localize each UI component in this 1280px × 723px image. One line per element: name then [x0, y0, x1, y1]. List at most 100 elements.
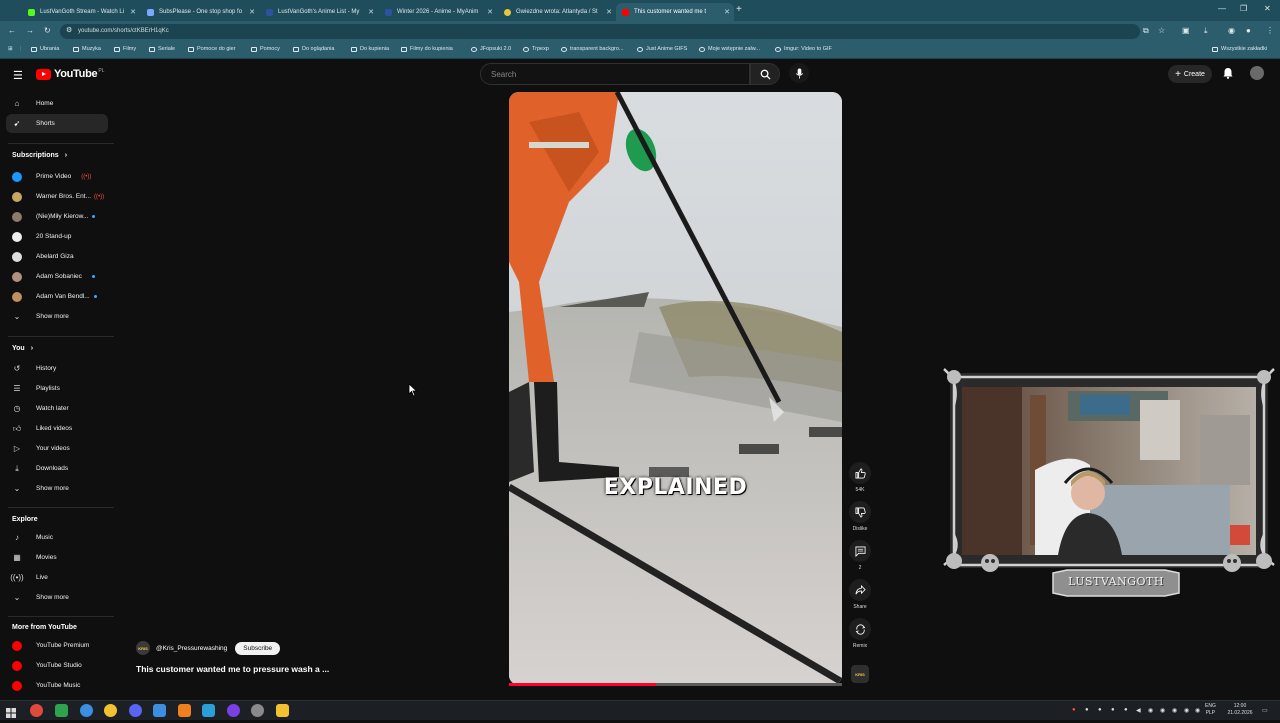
obs-icon[interactable]	[227, 704, 240, 717]
install-icon[interactable]: ⧉	[1143, 26, 1149, 36]
notifications-icon[interactable]: ▭	[1262, 707, 1268, 714]
vlc-icon[interactable]	[178, 704, 191, 717]
tray-icon[interactable]: ◉	[1172, 707, 1177, 714]
close-tab-icon[interactable]: ✕	[368, 8, 374, 16]
notifications-bell-icon[interactable]	[1222, 67, 1234, 79]
all-bookmarks-folder[interactable]: Wszystkie zakładki	[1212, 46, 1267, 52]
chrome-icon[interactable]	[30, 704, 43, 717]
sidebar-item-movies[interactable]: ▦ Movies	[0, 548, 115, 567]
comments-button[interactable]: 2	[848, 540, 872, 571]
share-button[interactable]: Share	[848, 579, 872, 610]
video-title[interactable]: This customer wanted me to pressure wash…	[136, 664, 329, 674]
create-button[interactable]: + Create	[1168, 65, 1212, 83]
close-tab-icon[interactable]: ✕	[606, 8, 612, 16]
subscription-item[interactable]: 20 Stand-up	[0, 227, 115, 246]
reload-icon[interactable]: ↻	[44, 26, 51, 35]
sidebar-item-history[interactable]: ↺ History	[0, 359, 115, 378]
bookmark-folder[interactable]: Filmy do kupienia	[401, 46, 453, 52]
network-icon[interactable]: ◉	[1148, 707, 1153, 714]
subscription-item[interactable]: Prime Video ((•))	[0, 167, 115, 186]
you-header[interactable]: You ›	[12, 345, 33, 352]
close-tab-icon[interactable]: ✕	[724, 8, 730, 16]
app-yellow-icon[interactable]	[104, 704, 117, 717]
bookmark-folder[interactable]: Filmy	[114, 46, 136, 52]
show-more-explore[interactable]: ⌄ Show more	[0, 588, 115, 607]
bookmark-folder[interactable]: Do kupienia	[351, 46, 389, 52]
minimize-icon[interactable]: —	[1218, 4, 1226, 13]
tray-icon[interactable]: ◉	[1195, 707, 1200, 714]
language-indicator[interactable]: ENG PLP	[1205, 703, 1216, 717]
tray-icon[interactable]: ●	[1098, 707, 1102, 713]
store-icon[interactable]	[153, 704, 166, 717]
browser-tab[interactable]: LustVanGoth Stream - Watch Li ✕	[22, 3, 140, 21]
video-progress-bar[interactable]	[509, 683, 842, 686]
bookmark-link[interactable]: transparent backgro...	[561, 46, 624, 52]
bookmark-folder[interactable]: Pomocy	[251, 46, 280, 52]
subscription-item[interactable]: Adam Van Bendl...	[0, 287, 115, 306]
subscribe-button[interactable]: Subscribe	[235, 641, 281, 655]
tray-icon[interactable]: ●	[1111, 707, 1115, 713]
apps-icon[interactable]: ⊞	[8, 46, 13, 52]
show-more-you[interactable]: ⌄ Show more	[0, 479, 115, 498]
tray-icon[interactable]: ◉	[1184, 707, 1189, 714]
tray-icon[interactable]: ●	[1072, 707, 1076, 713]
youtube-logo[interactable]: YouTube PL	[36, 68, 104, 80]
tray-icon[interactable]: ◉	[1160, 707, 1165, 714]
app-blue-icon[interactable]	[80, 704, 93, 717]
bookmark-folder[interactable]: Muzyka	[73, 46, 101, 52]
hamburger-menu-icon[interactable]: ☰	[13, 69, 23, 82]
subscription-item[interactable]: Abelard Giza	[0, 247, 115, 266]
bookmark-link[interactable]: Moje wstępnie załw...	[699, 46, 760, 52]
tray-icon[interactable]: ●	[1085, 707, 1089, 713]
subscription-item[interactable]: Adam Sobaniec	[0, 267, 115, 286]
bookmark-folder[interactable]: Ubrania	[31, 46, 59, 52]
bookmark-folder[interactable]: Seriale	[149, 46, 175, 52]
new-tab-button[interactable]: +	[736, 4, 742, 15]
browser-tab-active[interactable]: This customer wanted me t ✕	[616, 3, 734, 21]
browser-tab[interactable]: SubsPlease - One stop shop fo ✕	[141, 3, 259, 21]
close-tab-icon[interactable]: ✕	[487, 8, 493, 16]
channel-avatar[interactable]: KRIS	[136, 641, 150, 655]
extension-icon[interactable]: ▣	[1182, 26, 1190, 35]
tray-icon[interactable]: ●	[1124, 707, 1128, 713]
profile-icon[interactable]: ◉	[1228, 26, 1235, 35]
restore-icon[interactable]: ❐	[1240, 4, 1247, 13]
subscriptions-header[interactable]: Subscriptions ›	[12, 152, 67, 159]
bookmark-folder[interactable]: Pomoce do gier	[188, 46, 236, 52]
bookmark-link[interactable]: Imgur: Video to GIF	[775, 46, 832, 52]
remix-button[interactable]: Remix	[848, 618, 872, 649]
bookmark-folder[interactable]: Do oglądania	[293, 46, 334, 52]
account-avatar[interactable]	[1250, 66, 1264, 80]
site-info-icon[interactable]: ⚙	[66, 26, 72, 34]
account-icon[interactable]: ●	[1246, 26, 1251, 35]
downloads-icon[interactable]: ⤓	[1204, 26, 1208, 36]
close-tab-icon[interactable]: ✕	[130, 8, 136, 16]
sidebar-item-youtube-premium[interactable]: YouTube Premium	[0, 636, 115, 655]
forward-icon[interactable]: →	[26, 26, 34, 35]
close-tab-icon[interactable]: ✕	[249, 8, 255, 16]
shorts-video-player[interactable]	[509, 92, 842, 685]
sidebar-item-playlists[interactable]: ☰ Playlists	[0, 379, 115, 398]
sidebar-item-shorts[interactable]: ➹ Shorts	[6, 114, 108, 133]
sidebar-item-live[interactable]: ((•)) Live	[0, 568, 115, 587]
browser-tab[interactable]: Gwiezdne wrota: Atlantyda / St ✕	[498, 3, 616, 21]
windows-start-icon[interactable]	[6, 705, 16, 718]
sidebar-item-music[interactable]: ♪ Music	[0, 528, 115, 547]
bookmark-link[interactable]: JFopsuki 2.0	[471, 46, 511, 52]
show-more-subscriptions[interactable]: ⌄ Show more	[0, 307, 115, 326]
channel-name[interactable]: @Kris_Pressurewashing	[156, 645, 227, 652]
bookmark-link[interactable]: Just Anime GIFS	[637, 46, 687, 52]
sidebar-item-home[interactable]: ⌂ Home	[0, 94, 115, 113]
sidebar-item-liked-videos[interactable]: 👍︎ Liked videos	[0, 419, 115, 438]
sidebar-item-watch-later[interactable]: ◷ Watch later	[0, 399, 115, 418]
sidebar-item-your-videos[interactable]: ▷ Your videos	[0, 439, 115, 458]
search-input[interactable]: Search	[480, 63, 750, 85]
app-gray-icon[interactable]	[251, 704, 264, 717]
channel-thumbnail[interactable]: KRIS	[851, 665, 869, 683]
telegram-icon[interactable]	[202, 704, 215, 717]
like-button[interactable]: 54K	[848, 462, 872, 493]
dislike-button[interactable]: Dislike	[848, 501, 872, 532]
menu-icon[interactable]: ⋮	[1266, 26, 1274, 35]
bookmark-link[interactable]: Trpexp	[523, 46, 549, 52]
subscription-item[interactable]: (Nie)Miły Kierow...	[0, 207, 115, 226]
